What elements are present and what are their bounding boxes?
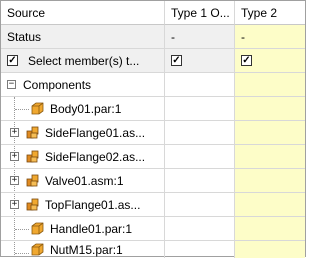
type2-cell: [235, 193, 305, 217]
type2-column-header[interactable]: Type 2: [235, 1, 305, 25]
header-row: Source Type 1 O... Type 2: [1, 1, 305, 25]
select-type1-cell: ✓: [165, 49, 235, 73]
status-label-cell: Status: [1, 25, 165, 49]
type1-cell: [165, 121, 235, 145]
component-name: Handle01.par:1: [50, 221, 133, 236]
assembly-icon: [26, 198, 39, 211]
list-item[interactable]: + TopFlange01.as...: [1, 193, 305, 217]
status-type2-cell: -: [235, 25, 305, 49]
collapse-icon[interactable]: −: [7, 80, 16, 89]
part-icon: [31, 102, 44, 115]
expand-icon[interactable]: +: [10, 200, 19, 209]
status-row: Status - -: [1, 25, 305, 49]
type1-cell: [165, 145, 235, 169]
component-name: NutM15.par:1: [50, 242, 123, 257]
assembly-icon: [26, 126, 39, 139]
component-name: TopFlange01.as...: [45, 197, 141, 212]
type2-cell: [235, 145, 305, 169]
select-type2-cell: ✓: [235, 49, 305, 73]
tree-connector: [15, 229, 29, 230]
list-item[interactable]: + Valve01.asm:1: [1, 169, 305, 193]
type1-column-header[interactable]: Type 1 O...: [165, 1, 235, 25]
component-name: SideFlange01.as...: [45, 125, 146, 140]
select-members-row: ✓ Select member(s) t... ✓ ✓: [1, 49, 305, 73]
select-all-checkbox[interactable]: ✓: [7, 55, 18, 66]
component-cell: + Valve01.asm:1: [1, 169, 165, 193]
type1-header-label: Type 1 O...: [171, 5, 230, 20]
expand-icon[interactable]: +: [10, 128, 19, 137]
component-cell: + TopFlange01.as...: [1, 193, 165, 217]
list-item[interactable]: NutM15.par:1: [1, 241, 305, 258]
component-cell: NutM15.par:1: [1, 241, 165, 258]
components-type2-cell: [235, 73, 305, 97]
components-type1-cell: [165, 73, 235, 97]
type1-cell: [165, 97, 235, 121]
part-icon: [31, 222, 44, 235]
tree-connector: [15, 109, 29, 110]
components-cell: − Components: [1, 73, 165, 97]
select-members-cell: ✓ Select member(s) t...: [1, 49, 165, 73]
list-item[interactable]: + SideFlange01.as...: [1, 121, 305, 145]
type1-cell: [165, 241, 235, 258]
member-grid: Source Type 1 O... Type 2 Status - - ✓ S…: [0, 0, 306, 258]
type2-select-checkbox[interactable]: ✓: [241, 55, 252, 66]
expand-icon[interactable]: +: [10, 152, 19, 161]
list-item[interactable]: + SideFlange02.as...: [1, 145, 305, 169]
component-name: Valve01.asm:1: [45, 173, 124, 188]
type1-select-checkbox[interactable]: ✓: [171, 55, 182, 66]
component-name: Body01.par:1: [50, 101, 122, 116]
type2-cell: [235, 217, 305, 241]
type2-cell: [235, 241, 305, 258]
type2-cell: [235, 97, 305, 121]
type2-cell: [235, 169, 305, 193]
list-item[interactable]: Body01.par:1: [1, 97, 305, 121]
list-item[interactable]: Handle01.par:1: [1, 217, 305, 241]
select-members-label: Select member(s) t...: [28, 53, 140, 68]
status-label: Status: [7, 29, 42, 44]
component-name: SideFlange02.as...: [45, 149, 146, 164]
assembly-icon: [26, 174, 39, 187]
type1-cell: [165, 217, 235, 241]
status-type1-cell: -: [165, 25, 235, 49]
status-type2-value: -: [241, 29, 245, 44]
type1-cell: [165, 193, 235, 217]
source-column-header[interactable]: Source: [1, 1, 165, 25]
part-icon: [31, 243, 44, 256]
type2-header-label: Type 2: [241, 5, 278, 20]
tree-connector: [15, 253, 29, 254]
source-header-label: Source: [7, 5, 46, 20]
expand-icon[interactable]: +: [10, 176, 19, 185]
assembly-icon: [26, 150, 39, 163]
component-cell: + SideFlange02.as...: [1, 145, 165, 169]
status-type1-value: -: [171, 29, 175, 44]
type2-cell: [235, 121, 305, 145]
components-label: Components: [23, 77, 92, 92]
type1-cell: [165, 169, 235, 193]
components-row: − Components: [1, 73, 305, 97]
component-cell: + SideFlange01.as...: [1, 121, 165, 145]
